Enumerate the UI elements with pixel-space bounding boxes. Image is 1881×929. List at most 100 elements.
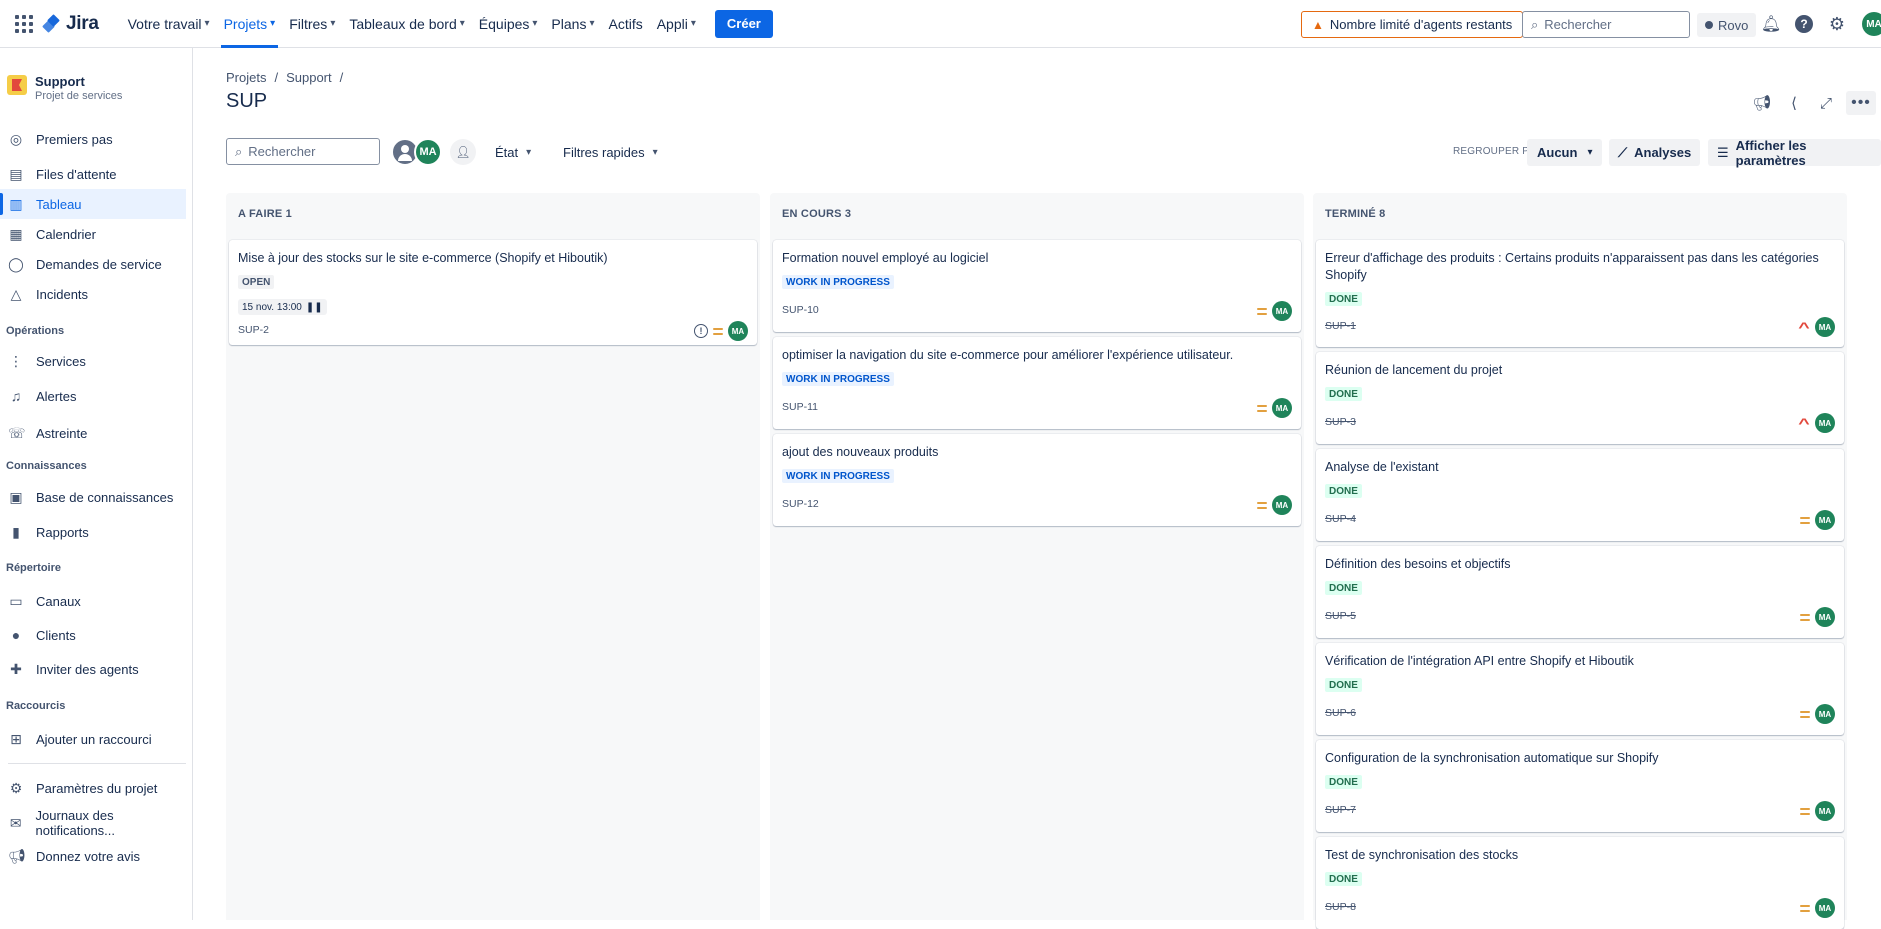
issue-card[interactable]: Analyse de l'existant DONE SUP-4 MA [1316,449,1844,541]
breadcrumb-separator: / [274,70,279,85]
sidebar-item-canaux[interactable]: ▭ Canaux [0,586,192,616]
megaphone-icon[interactable]: 📢︎ [1750,91,1774,115]
assignee-avatar[interactable]: MA [414,138,442,166]
sidebar-item-donnez-avis[interactable]: 📢︎ Donnez votre avis [0,841,192,871]
issue-card[interactable]: Mise à jour des stocks sur le site e-com… [229,240,757,345]
nav-filtres[interactable]: Filtres ▾ [282,0,342,48]
assignee-avatar[interactable]: MA [1815,510,1835,530]
sidebar-item-services[interactable]: ⋮ Services [0,346,192,376]
nav-equipes[interactable]: Équipes ▾ [472,0,545,48]
sidebar-item-tableau[interactable]: ▥ Tableau [0,189,186,219]
priority-medium-icon [1257,501,1267,509]
assignee-avatar[interactable]: MA [1815,413,1835,433]
compass-icon: ◎ [9,130,23,147]
issue-key[interactable]: SUP-11 [782,401,818,413]
nav-label: Filtres [289,15,328,32]
search-icon: ⌕ [235,143,243,159]
nav-actifs[interactable]: Actifs [601,0,649,48]
card-title: Formation nouvel employé au logiciel [782,251,989,265]
help-icon[interactable]: ? [1793,13,1815,35]
assignee-avatar[interactable]: MA [1815,898,1835,918]
sidebar-item-inviter-agents[interactable]: ✚ Inviter des agents [0,654,192,684]
logo-text: Jira [66,12,99,34]
breadcrumb-projets[interactable]: Projets [226,70,266,85]
sidebar-item-rapports[interactable]: ▮ Rapports [0,517,192,547]
assignee-avatar[interactable]: MA [728,321,748,341]
assignee-avatar[interactable]: MA [1272,301,1292,321]
issue-card[interactable]: Test de synchronisation des stocks DONE … [1316,837,1844,929]
sidebar-item-premiers-pas[interactable]: ◎ Premiers pas [0,124,192,154]
state-filter-button[interactable]: État ▾ [495,139,531,165]
issue-card[interactable]: Erreur d'affichage des produits : Certai… [1316,240,1844,347]
more-actions-icon[interactable]: ••• [1846,91,1876,115]
sidebar-item-calendrier[interactable]: ▦ Calendrier [0,219,192,249]
assignee-avatar[interactable]: MA [1815,607,1835,627]
analyses-button[interactable]: ⟋ Analyses [1609,139,1701,166]
share-icon[interactable]: ⟨ [1782,91,1806,115]
sidebar-item-parametres-projet[interactable]: ⚙ Paramètres du projet [0,773,192,803]
issue-key[interactable]: SUP-8 [1325,901,1356,913]
quick-filters-button[interactable]: Filtres rapides ▾ [563,139,658,165]
group-by-select[interactable]: Aucun ▾ [1527,139,1603,166]
project-header[interactable]: Support Projet de services [0,48,192,112]
issue-card[interactable]: Vérification de l'intégration API entre … [1316,643,1844,735]
issue-key[interactable]: SUP-12 [782,498,819,510]
agents-limit-warning-button[interactable]: ▲ Nombre limité d'agents restants [1301,11,1524,38]
nav-tableaux-de-bord[interactable]: Tableaux de bord ▾ [342,0,471,48]
global-search-input[interactable]: ⌕ Rechercher [1522,11,1690,38]
issue-card[interactable]: Configuration de la synchronisation auto… [1316,740,1844,832]
nav-plans[interactable]: Plans ▾ [544,0,601,48]
settings-gear-icon[interactable]: ⚙ [1826,13,1848,35]
board-search-input[interactable]: ⌕ Rechercher [226,138,380,165]
issue-key[interactable]: SUP-2 [238,324,269,336]
board-column-done: TERMINÉ 8 Erreur d'affichage des produit… [1313,193,1847,929]
card-title: Analyse de l'existant [1325,460,1439,474]
show-settings-button[interactable]: ☰ Afficher les paramètres [1708,138,1881,168]
app-switcher-icon[interactable] [6,6,42,42]
nav-projets[interactable]: Projets ▾ [217,0,283,48]
issue-card[interactable]: ajout des nouveaux produits WORK IN PROG… [773,434,1301,526]
nav-votre-travail[interactable]: Votre travail ▾ [121,0,217,48]
assignee-avatar[interactable]: MA [1815,704,1835,724]
issue-key[interactable]: SUP-3 [1325,416,1356,428]
issue-card[interactable]: Réunion de lancement du projet DONE SUP-… [1316,352,1844,444]
create-button[interactable]: Créer [714,9,773,38]
sidebar-item-demandes[interactable]: ◯ Demandes de service [0,249,192,279]
issue-key[interactable]: SUP-4 [1325,513,1356,525]
sidebar-item-base-connaissances[interactable]: ▣ Base de connaissances [0,482,192,512]
board-column-in-progress: EN COURS 3 Formation nouvel employé au l… [770,193,1304,920]
sidebar-item-alertes[interactable]: ♫ Alertes [0,381,192,411]
issue-key[interactable]: SUP-5 [1325,610,1356,622]
due-date-badge: 15 nov. 13:00 ❚❚ [238,299,327,315]
assignee-avatar[interactable]: MA [1815,801,1835,821]
card-meta: ! MA [694,321,748,341]
sidebar-item-incidents[interactable]: △ Incidents [0,279,192,309]
assignee-avatar[interactable]: MA [1272,398,1292,418]
breadcrumb-support[interactable]: Support [286,70,332,85]
issue-key[interactable]: SUP-6 [1325,707,1356,719]
issue-card[interactable]: Définition des besoins et objectifs DONE… [1316,546,1844,638]
issue-card[interactable]: optimiser la navigation du site e-commer… [773,337,1301,429]
sidebar-item-ajouter-raccourci[interactable]: ⊞ Ajouter un raccourci [0,724,192,754]
sidebar-item-astreinte[interactable]: ☏ Astreinte [0,418,192,448]
issue-card[interactable]: Formation nouvel employé au logiciel WOR… [773,240,1301,332]
notifications-icon[interactable]: 🔔︎ [1760,13,1782,35]
issue-key[interactable]: SUP-1 [1325,320,1356,332]
sidebar-item-clients[interactable]: ● Clients [0,620,192,650]
sidebar-item-files-attente[interactable]: ▤ Files d'attente [0,159,192,189]
expand-icon[interactable]: ⤢ [1814,91,1838,115]
chevron-down-icon: ▾ [652,146,658,158]
sidebar-item-journaux-notifications[interactable]: ✉ Journaux des notifications... [0,808,192,838]
add-people-icon[interactable]: 👤︎ [450,139,476,165]
sidebar-item-label: Alertes [36,388,77,404]
jira-logo[interactable]: Jira [42,12,99,35]
card-meta: MA [1800,898,1835,918]
nav-appli[interactable]: Appli ▾ [650,0,703,48]
sidebar-item-label: Ajouter un raccourci [36,731,152,747]
issue-key[interactable]: SUP-7 [1325,804,1356,816]
assignee-avatar[interactable]: MA [1815,317,1835,337]
rovo-button[interactable]: Rovo [1697,13,1757,37]
user-avatar[interactable]: MA [1862,12,1881,36]
issue-key[interactable]: SUP-10 [782,304,819,316]
assignee-avatar[interactable]: MA [1272,495,1292,515]
